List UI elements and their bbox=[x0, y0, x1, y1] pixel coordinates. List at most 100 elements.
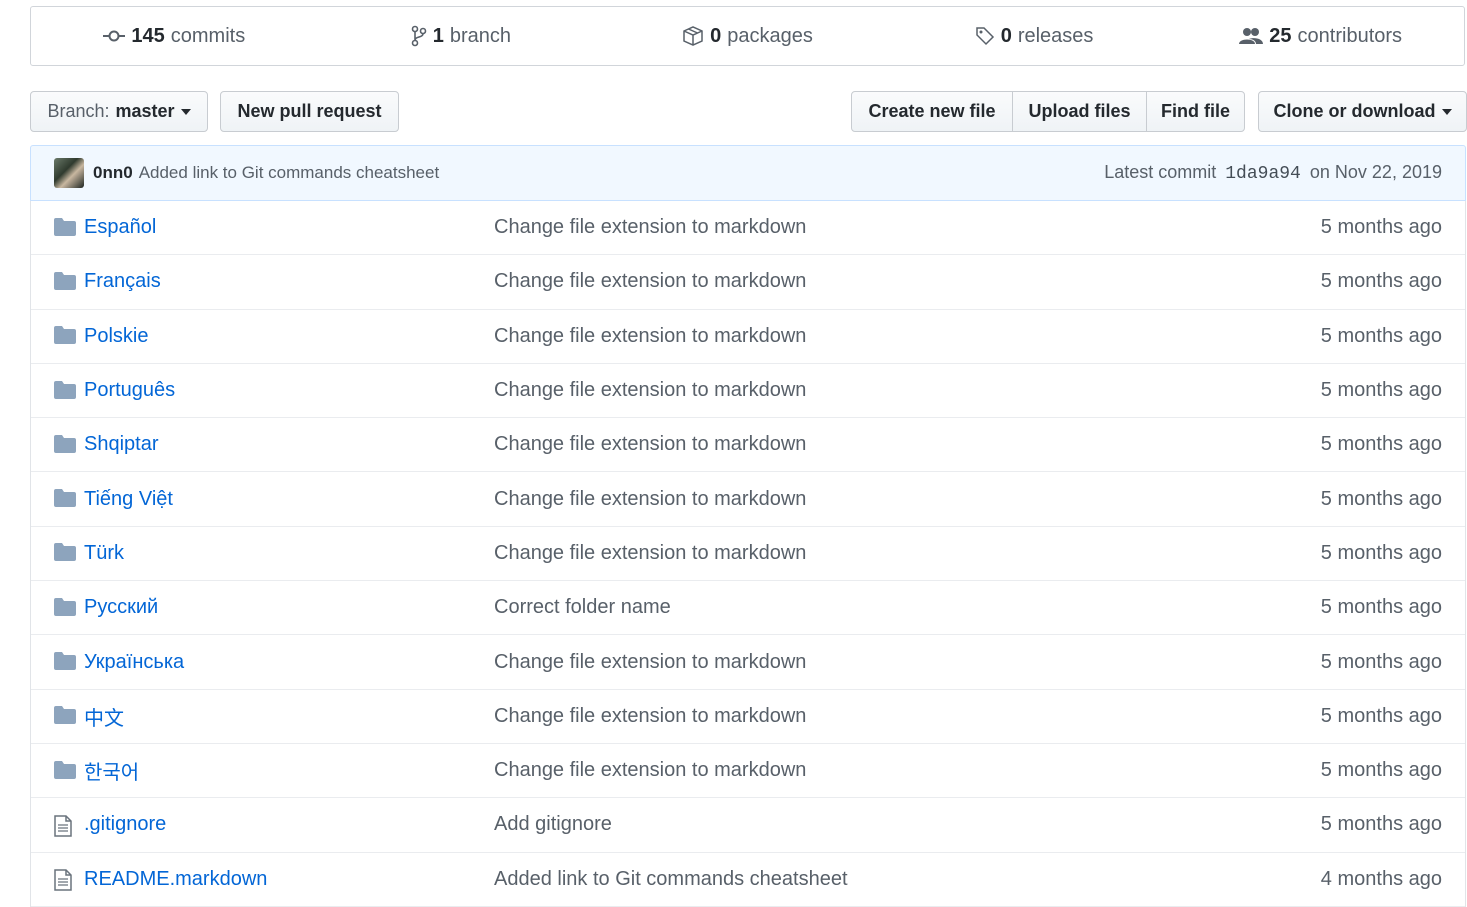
file-icon bbox=[54, 815, 76, 837]
branches-label: branch bbox=[449, 24, 512, 47]
commit-sha[interactable]: 1da9a94 bbox=[1225, 164, 1301, 184]
new-pull-request-button[interactable]: New pull request bbox=[220, 91, 399, 132]
file-age: 5 months ago bbox=[1320, 704, 1442, 727]
avatar[interactable] bbox=[54, 158, 84, 188]
file-commit-message-link[interactable]: Change file extension to markdown bbox=[494, 759, 806, 782]
file-row: Français Change file extension to markdow… bbox=[31, 255, 1465, 310]
file-name-link[interactable]: Türk bbox=[84, 542, 124, 565]
packages-label: packages bbox=[727, 24, 813, 47]
latest-commit-bar: 0nn0 Added link to Git commands cheatshe… bbox=[30, 145, 1466, 201]
file-name-link[interactable]: Português bbox=[84, 379, 175, 402]
commit-author[interactable]: 0nn0 bbox=[93, 163, 133, 183]
folder-icon bbox=[54, 652, 76, 672]
file-name-link[interactable]: .gitignore bbox=[84, 813, 166, 836]
file-commit-message-link[interactable]: Correct folder name bbox=[494, 596, 671, 619]
file-row: 中文 Change file extension to markdown 5 mon… bbox=[31, 690, 1465, 744]
file-age: 5 months ago bbox=[1320, 650, 1442, 673]
file-commit-message-link[interactable]: Change file extension to markdown bbox=[494, 216, 806, 239]
file-age: 5 months ago bbox=[1320, 596, 1442, 619]
folder-icon bbox=[54, 489, 76, 509]
file-name-link[interactable]: Français bbox=[84, 270, 161, 293]
contributors-count: 25 bbox=[1269, 24, 1292, 47]
releases-stat[interactable]: 0 releases bbox=[891, 25, 1178, 48]
file-age: 5 months ago bbox=[1320, 433, 1442, 456]
clone-or-download-label: Clone or download bbox=[1273, 101, 1436, 121]
folder-icon bbox=[54, 543, 76, 563]
commits-label: commits bbox=[170, 24, 246, 47]
file-name-link[interactable]: Español bbox=[84, 216, 156, 239]
caret-down-icon bbox=[1441, 108, 1452, 115]
latest-commit-label: Latest commit bbox=[1104, 162, 1217, 182]
file-commit-message-link[interactable]: Change file extension to markdown bbox=[494, 542, 806, 565]
file-row: Українська Change file extension to markd… bbox=[31, 635, 1465, 690]
file-age: 4 months ago bbox=[1320, 867, 1442, 890]
package-icon bbox=[683, 26, 703, 46]
file-age: 5 months ago bbox=[1320, 487, 1442, 510]
packages-count: 0 bbox=[710, 24, 722, 47]
latest-commit-info: Latest commit 1da9a94 on Nov 22, 2019 bbox=[1104, 162, 1442, 184]
file-commit-message-link[interactable]: Added link to Git commands cheatsheet bbox=[494, 868, 848, 891]
file-row: Polskie Change file extension to markdown… bbox=[31, 310, 1465, 364]
file-age: 5 months ago bbox=[1320, 324, 1442, 347]
file-commit-message-link[interactable]: Change file extension to markdown bbox=[494, 379, 806, 402]
releases-label: releases bbox=[1017, 24, 1094, 47]
file-row: Tiếng Việt Change file extension to markd… bbox=[31, 472, 1465, 527]
file-name-link[interactable]: Tiếng Việt bbox=[84, 488, 173, 511]
create-new-file-button[interactable]: Create new file bbox=[851, 91, 1013, 132]
upload-files-button[interactable]: Upload files bbox=[1012, 91, 1147, 132]
file-commit-message-link[interactable]: Add gitignore bbox=[494, 813, 612, 836]
file-age: 5 months ago bbox=[1320, 379, 1442, 402]
file-commit-message-link[interactable]: Change file extension to markdown bbox=[494, 651, 806, 674]
file-row: 한국어 Change file extension to markdown 5 mo… bbox=[31, 744, 1465, 799]
commit-icon bbox=[103, 30, 126, 42]
packages-stat[interactable]: 0 packages bbox=[604, 25, 891, 48]
clone-or-download-button[interactable]: Clone or download bbox=[1258, 91, 1467, 132]
folder-icon bbox=[54, 326, 76, 346]
file-actions-group: Create new file Upload files Find file bbox=[851, 91, 1245, 132]
file-toolbar: Branch: master New pull request Create n… bbox=[30, 91, 1467, 132]
file-name-link[interactable]: Shqiptar bbox=[84, 433, 159, 456]
file-commit-message-link[interactable]: Change file extension to markdown bbox=[494, 325, 806, 348]
find-file-button[interactable]: Find file bbox=[1146, 91, 1245, 132]
branch-select-label: Branch: bbox=[47, 101, 110, 121]
branch-icon bbox=[411, 25, 427, 47]
file-name-link[interactable]: 한국어 bbox=[84, 756, 139, 785]
file-age: 5 months ago bbox=[1320, 813, 1442, 836]
branches-count: 1 bbox=[432, 24, 444, 47]
releases-count: 0 bbox=[1000, 24, 1012, 47]
file-commit-message-link[interactable]: Change file extension to markdown bbox=[494, 705, 806, 728]
file-icon bbox=[54, 869, 76, 891]
file-name-link[interactable]: 中文 bbox=[84, 702, 124, 731]
commits-stat[interactable]: 145 commits bbox=[31, 25, 318, 48]
file-commit-message-link[interactable]: Change file extension to markdown bbox=[494, 433, 806, 456]
commits-count: 145 bbox=[131, 24, 165, 47]
file-age: 5 months ago bbox=[1320, 216, 1442, 239]
caret-down-icon bbox=[180, 108, 191, 115]
folder-icon bbox=[54, 271, 76, 292]
people-icon bbox=[1239, 28, 1264, 44]
branch-select-button[interactable]: Branch: master bbox=[30, 91, 208, 132]
folder-icon bbox=[54, 760, 76, 781]
repo-summary-bar: 145 commits 1 branch 0 packages 0 releas… bbox=[30, 6, 1465, 66]
folder-icon bbox=[54, 434, 76, 455]
folder-icon bbox=[54, 380, 76, 401]
file-commit-message-link[interactable]: Change file extension to markdown bbox=[494, 270, 806, 293]
file-name-link[interactable]: Polskie bbox=[84, 325, 148, 348]
file-commit-message-link[interactable]: Change file extension to markdown bbox=[494, 488, 806, 511]
file-row: .gitignore Add gitignore 5 months ago bbox=[31, 798, 1465, 853]
commit-message[interactable]: Added link to Git commands cheatsheet bbox=[139, 163, 440, 183]
tag-icon bbox=[975, 27, 994, 46]
file-row: Русский Correct folder name 5 months ago bbox=[31, 581, 1465, 636]
file-row: Shqiptar Change file extension to markdow… bbox=[31, 418, 1465, 473]
file-name-link[interactable]: Українська bbox=[84, 651, 184, 674]
commit-date: on Nov 22, 2019 bbox=[1309, 162, 1442, 182]
file-age: 5 months ago bbox=[1320, 759, 1442, 782]
file-name-link[interactable]: README.markdown bbox=[84, 868, 267, 891]
file-row: Español Change file extension to markdown… bbox=[31, 201, 1465, 256]
folder-icon bbox=[54, 217, 76, 238]
file-list: Español Change file extension to markdown… bbox=[30, 201, 1466, 907]
branches-stat[interactable]: 1 branch bbox=[318, 25, 605, 48]
file-name-link[interactable]: Русский bbox=[84, 596, 158, 619]
folder-icon bbox=[54, 706, 76, 726]
contributors-stat[interactable]: 25 contributors bbox=[1177, 25, 1464, 48]
